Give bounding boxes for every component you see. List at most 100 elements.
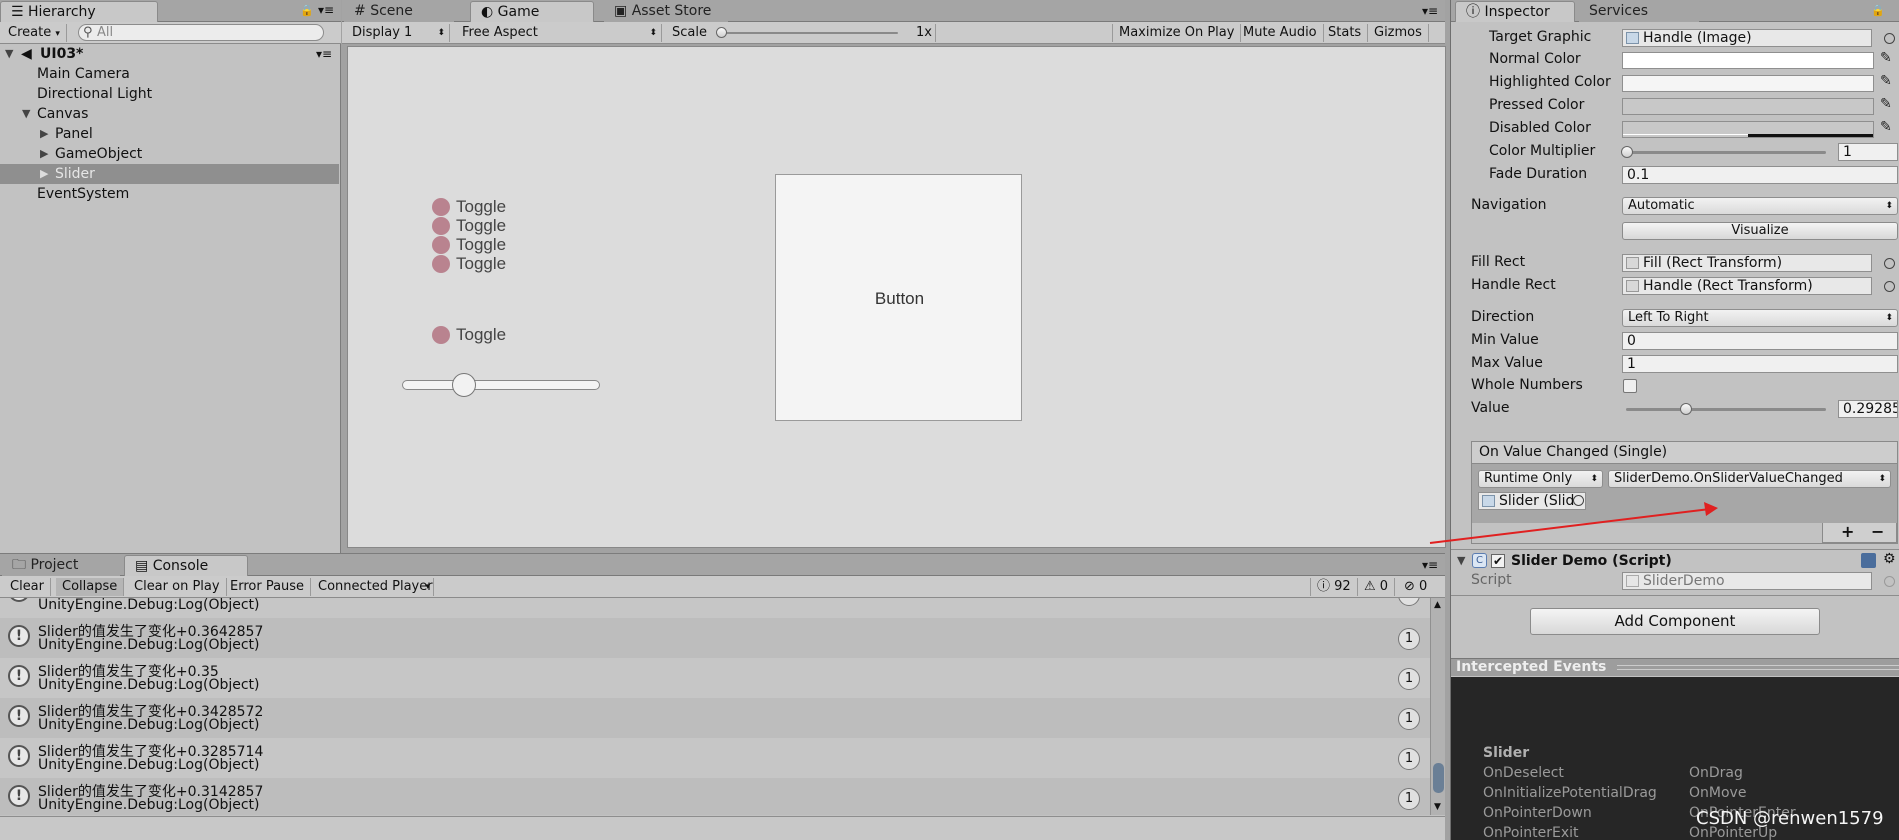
add-component-button[interactable]: Add Component	[1530, 608, 1820, 635]
gizmos-dropdown[interactable]: Gizmos	[1368, 24, 1429, 42]
fold-open-icon[interactable]: ▼	[1457, 554, 1465, 567]
whole-numbers-checkbox[interactable]	[1623, 379, 1637, 393]
eyedropper-icon[interactable]: ✎	[1880, 73, 1892, 89]
panel-menu-icon[interactable]: ▾≡	[1422, 558, 1438, 572]
log-row[interactable]: ! Slider的值发生了变化+0.3642857 UnityEngine.De…	[0, 618, 1430, 658]
error-count-toggle[interactable]: ⊘ 0	[1398, 578, 1433, 596]
stats-button[interactable]: Stats	[1322, 24, 1369, 42]
object-picker-icon[interactable]	[1884, 281, 1895, 292]
scene-menu-icon[interactable]: ▾≡	[316, 44, 332, 64]
scale-slider-knob[interactable]	[716, 27, 727, 38]
lock-icon[interactable]: 🔒	[300, 4, 314, 17]
clear-button[interactable]: Clear	[4, 578, 51, 596]
ui-button[interactable]: Button	[775, 174, 1022, 421]
display-dropdown[interactable]: Display 1 ⬍	[346, 24, 450, 42]
panel-menu-icon[interactable]: ▾≡	[318, 3, 334, 17]
remove-listener-button[interactable]: −	[1871, 522, 1884, 541]
scrollbar-thumb[interactable]	[1433, 763, 1444, 793]
tab-project[interactable]: 🗀 Project	[2, 555, 120, 576]
runtime-dropdown[interactable]: Runtime Only ⬍	[1478, 470, 1603, 488]
list-item[interactable]: Main Camera	[0, 64, 339, 84]
log-row[interactable]: ! Slider的值发生了变化+0.35 UnityEngine.Debug:L…	[0, 658, 1430, 698]
toggle[interactable]: Toggle	[432, 197, 522, 217]
toggle[interactable]: Toggle	[432, 235, 522, 255]
toggle[interactable]: Toggle	[432, 325, 522, 345]
collapse-button[interactable]: Collapse	[56, 578, 125, 596]
object-picker-icon[interactable]	[1884, 576, 1895, 587]
list-item[interactable]: ▼ Canvas	[0, 104, 339, 124]
scale-slider-track[interactable]	[718, 32, 898, 34]
tab-hierarchy[interactable]: ☰ Hierarchy	[0, 1, 158, 22]
tab-services[interactable]: Services	[1579, 1, 1699, 22]
script-field[interactable]: SliderDemo	[1622, 572, 1872, 590]
color-multiplier-slider[interactable]	[1626, 151, 1826, 154]
scene-root[interactable]: ▼ ◀ UI03* ▾≡	[0, 44, 339, 64]
list-item-selected[interactable]: ▶ Slider	[0, 164, 339, 184]
normal-color-field[interactable]	[1622, 52, 1874, 69]
panel-menu-icon[interactable]: ▾≡	[1422, 4, 1438, 18]
script-component-header[interactable]: ▼ C ✔ Slider Demo (Script) ⚙	[1451, 549, 1899, 571]
value-slider-track[interactable]	[1626, 408, 1826, 411]
tab-console[interactable]: ▤ Console	[124, 555, 248, 576]
toggle[interactable]: Toggle	[432, 216, 522, 236]
fill-rect-field[interactable]: Fill (Rect Transform)	[1622, 254, 1872, 272]
fold-closed-icon[interactable]: ▶	[40, 124, 48, 144]
log-count-toggle[interactable]: ⓘ 92	[1310, 578, 1358, 596]
fade-duration-field[interactable]: 0.1	[1622, 166, 1898, 184]
add-listener-button[interactable]: +	[1841, 522, 1854, 541]
fold-closed-icon[interactable]: ▶	[40, 164, 48, 184]
error-pause-button[interactable]: Error Pause	[224, 578, 312, 596]
visualize-button[interactable]: Visualize	[1622, 222, 1898, 240]
fold-open-icon[interactable]: ▼	[5, 44, 13, 64]
log-row[interactable]: ! Slider的值发生了变化+0.3142857 UnityEngine.De…	[0, 778, 1430, 815]
search-input[interactable]: ⚲ All	[78, 24, 324, 41]
component-enabled-checkbox[interactable]: ✔	[1491, 554, 1505, 568]
scroll-up-icon[interactable]: ▲	[1434, 600, 1441, 610]
warning-count-toggle[interactable]: ⚠ 0	[1358, 578, 1396, 596]
function-dropdown[interactable]: SliderDemo.OnSliderValueChanged ⬍	[1608, 470, 1891, 488]
connected-player-dropdown[interactable]: Connected Player ▾	[312, 578, 434, 596]
maximize-on-play-button[interactable]: Maximize On Play	[1112, 24, 1242, 42]
object-picker-icon[interactable]	[1884, 258, 1895, 269]
tab-game[interactable]: ◐ Game	[470, 1, 594, 22]
eyedropper-icon[interactable]: ✎	[1880, 96, 1892, 112]
gear-icon[interactable]: ⚙	[1883, 551, 1896, 567]
min-value-field[interactable]: 0	[1622, 332, 1898, 350]
value-slider-knob[interactable]	[1679, 403, 1692, 415]
navigation-dropdown[interactable]: Automatic ⬍	[1622, 197, 1898, 215]
max-value-field[interactable]: 1	[1622, 355, 1898, 373]
disabled-color-field[interactable]	[1622, 121, 1874, 138]
handle-rect-field[interactable]: Handle (Rect Transform)	[1622, 277, 1872, 295]
scroll-down-icon[interactable]: ▼	[1434, 802, 1441, 812]
ui-slider[interactable]	[402, 373, 600, 397]
log-row-partial[interactable]: ! UnityEngine.Debug:Log(Object) 1	[0, 598, 1430, 618]
game-canvas[interactable]: Toggle Toggle Toggle Toggle Toggle Butto…	[347, 46, 1446, 548]
pressed-color-field[interactable]	[1622, 98, 1874, 115]
target-graphic-field[interactable]: Handle (Image)	[1622, 29, 1872, 47]
mute-audio-button[interactable]: Mute Audio	[1237, 24, 1324, 42]
log-row[interactable]: ! Slider的值发生了变化+0.3285714 UnityEngine.De…	[0, 738, 1430, 778]
list-item[interactable]: Directional Light	[0, 84, 339, 104]
tab-inspector[interactable]: ⓘ Inspector	[1455, 1, 1575, 22]
object-picker-icon[interactable]	[1884, 33, 1895, 44]
direction-dropdown[interactable]: Left To Right ⬍	[1622, 309, 1898, 327]
list-item[interactable]: EventSystem	[0, 184, 339, 204]
eyedropper-icon[interactable]: ✎	[1880, 119, 1892, 135]
fold-open-icon[interactable]: ▼	[22, 104, 30, 124]
log-row[interactable]: ! Slider的值发生了变化+0.3428572 UnityEngine.De…	[0, 698, 1430, 738]
list-item[interactable]: ▶ GameObject	[0, 144, 339, 164]
color-multiplier-knob[interactable]	[1621, 146, 1633, 158]
console-scrollbar[interactable]: ▲ ▼	[1430, 598, 1445, 815]
ui-slider-handle[interactable]	[452, 373, 477, 397]
color-multiplier-field[interactable]: 1	[1838, 143, 1898, 161]
aspect-dropdown[interactable]: Free Aspect ⬍	[456, 24, 662, 42]
list-item[interactable]: ▶ Panel	[0, 124, 339, 144]
fold-closed-icon[interactable]: ▶	[40, 144, 48, 164]
create-dropdown[interactable]: Create ▾	[2, 24, 67, 42]
highlighted-color-field[interactable]	[1622, 75, 1874, 92]
clear-on-play-button[interactable]: Clear on Play	[128, 578, 227, 596]
tab-scene[interactable]: # Scene	[344, 1, 454, 22]
help-book-icon[interactable]	[1861, 553, 1876, 568]
eyedropper-icon[interactable]: ✎	[1880, 50, 1892, 66]
value-field[interactable]: 0.29285	[1838, 400, 1898, 418]
